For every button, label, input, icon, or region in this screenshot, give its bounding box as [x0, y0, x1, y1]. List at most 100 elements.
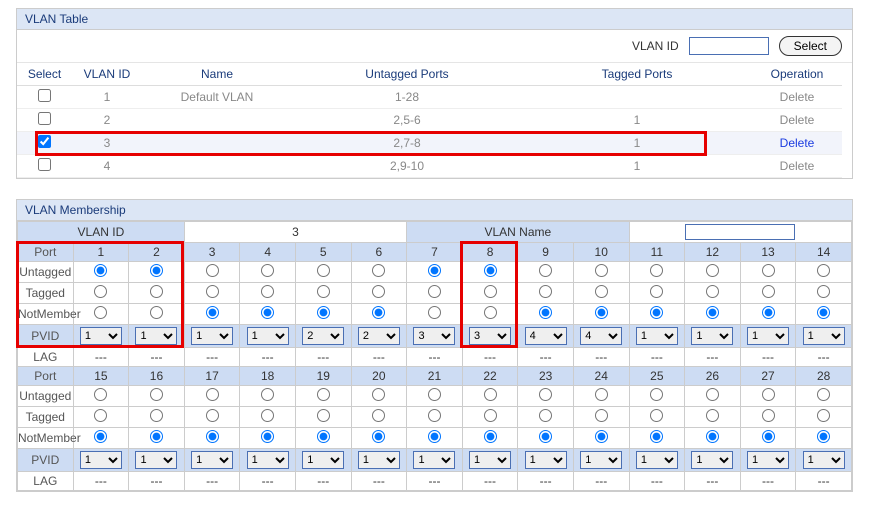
pvid-select[interactable]: 1234	[803, 327, 845, 345]
membership-radio[interactable]	[150, 430, 163, 443]
membership-radio[interactable]	[706, 388, 719, 401]
membership-radio[interactable]	[150, 285, 163, 298]
membership-radio[interactable]	[206, 388, 219, 401]
membership-radio[interactable]	[428, 264, 441, 277]
membership-radio[interactable]	[94, 306, 107, 319]
membership-radio[interactable]	[94, 430, 107, 443]
membership-radio[interactable]	[206, 264, 219, 277]
pvid-select[interactable]: 1234	[247, 451, 289, 469]
membership-radio[interactable]	[762, 306, 775, 319]
membership-radio[interactable]	[372, 264, 385, 277]
pvid-select[interactable]: 1234	[191, 451, 233, 469]
membership-radio[interactable]	[706, 264, 719, 277]
membership-radio[interactable]	[428, 306, 441, 319]
membership-radio[interactable]	[484, 409, 497, 422]
membership-radio[interactable]	[261, 409, 274, 422]
row-select-checkbox[interactable]	[38, 135, 51, 148]
membership-radio[interactable]	[317, 285, 330, 298]
membership-radio[interactable]	[317, 430, 330, 443]
delete-link[interactable]: Delete	[780, 136, 815, 150]
membership-radio[interactable]	[484, 388, 497, 401]
pvid-select[interactable]: 1234	[413, 327, 455, 345]
membership-radio[interactable]	[317, 388, 330, 401]
membership-radio[interactable]	[372, 430, 385, 443]
row-select-checkbox[interactable]	[38, 158, 51, 171]
membership-radio[interactable]	[595, 285, 608, 298]
pvid-select[interactable]: 1234	[247, 327, 289, 345]
pvid-select[interactable]: 1234	[302, 451, 344, 469]
mem-vlanname-input[interactable]	[685, 224, 795, 240]
pvid-select[interactable]: 1234	[191, 327, 233, 345]
pvid-select[interactable]: 1234	[469, 451, 511, 469]
pvid-select[interactable]: 1234	[80, 327, 122, 345]
membership-radio[interactable]	[762, 430, 775, 443]
pvid-select[interactable]: 1234	[747, 451, 789, 469]
pvid-select[interactable]: 1234	[747, 327, 789, 345]
pvid-select[interactable]: 1234	[580, 451, 622, 469]
pvid-select[interactable]: 1234	[803, 451, 845, 469]
membership-radio[interactable]	[539, 285, 552, 298]
membership-radio[interactable]	[539, 409, 552, 422]
membership-radio[interactable]	[817, 264, 830, 277]
membership-radio[interactable]	[261, 285, 274, 298]
membership-radio[interactable]	[317, 306, 330, 319]
membership-radio[interactable]	[94, 264, 107, 277]
membership-radio[interactable]	[706, 285, 719, 298]
membership-radio[interactable]	[706, 306, 719, 319]
membership-radio[interactable]	[817, 306, 830, 319]
pvid-select[interactable]: 1234	[636, 451, 678, 469]
pvid-select[interactable]: 1234	[358, 327, 400, 345]
pvid-select[interactable]: 1234	[135, 327, 177, 345]
pvid-select[interactable]: 1234	[302, 327, 344, 345]
membership-radio[interactable]	[261, 430, 274, 443]
membership-radio[interactable]	[650, 430, 663, 443]
membership-radio[interactable]	[762, 264, 775, 277]
membership-radio[interactable]	[539, 306, 552, 319]
membership-radio[interactable]	[650, 388, 663, 401]
membership-radio[interactable]	[261, 388, 274, 401]
membership-radio[interactable]	[484, 306, 497, 319]
membership-radio[interactable]	[539, 388, 552, 401]
membership-radio[interactable]	[650, 264, 663, 277]
membership-radio[interactable]	[261, 264, 274, 277]
membership-radio[interactable]	[539, 430, 552, 443]
membership-radio[interactable]	[484, 430, 497, 443]
membership-radio[interactable]	[650, 285, 663, 298]
pvid-select[interactable]: 1234	[580, 327, 622, 345]
delete-link[interactable]: Delete	[780, 113, 815, 127]
membership-radio[interactable]	[595, 409, 608, 422]
membership-radio[interactable]	[762, 409, 775, 422]
membership-radio[interactable]	[484, 285, 497, 298]
pvid-select[interactable]: 1234	[358, 451, 400, 469]
membership-radio[interactable]	[762, 285, 775, 298]
membership-radio[interactable]	[150, 388, 163, 401]
pvid-select[interactable]: 1234	[80, 451, 122, 469]
membership-radio[interactable]	[595, 306, 608, 319]
delete-link[interactable]: Delete	[780, 159, 815, 173]
membership-radio[interactable]	[706, 430, 719, 443]
membership-radio[interactable]	[206, 306, 219, 319]
vlan-select-button[interactable]: Select	[779, 36, 842, 56]
pvid-select[interactable]: 1234	[525, 451, 567, 469]
membership-radio[interactable]	[817, 409, 830, 422]
membership-radio[interactable]	[595, 388, 608, 401]
row-select-checkbox[interactable]	[38, 112, 51, 125]
membership-radio[interactable]	[428, 430, 441, 443]
membership-radio[interactable]	[317, 409, 330, 422]
pvid-select[interactable]: 1234	[413, 451, 455, 469]
membership-radio[interactable]	[317, 264, 330, 277]
membership-radio[interactable]	[428, 285, 441, 298]
membership-radio[interactable]	[261, 306, 274, 319]
membership-radio[interactable]	[817, 430, 830, 443]
pvid-select[interactable]: 1234	[691, 451, 733, 469]
membership-radio[interactable]	[206, 409, 219, 422]
membership-radio[interactable]	[372, 409, 385, 422]
pvid-select[interactable]: 1234	[135, 451, 177, 469]
pvid-select[interactable]: 1234	[469, 327, 511, 345]
membership-radio[interactable]	[94, 388, 107, 401]
pvid-select[interactable]: 1234	[525, 327, 567, 345]
membership-radio[interactable]	[817, 388, 830, 401]
membership-radio[interactable]	[595, 430, 608, 443]
membership-radio[interactable]	[428, 388, 441, 401]
membership-radio[interactable]	[372, 306, 385, 319]
